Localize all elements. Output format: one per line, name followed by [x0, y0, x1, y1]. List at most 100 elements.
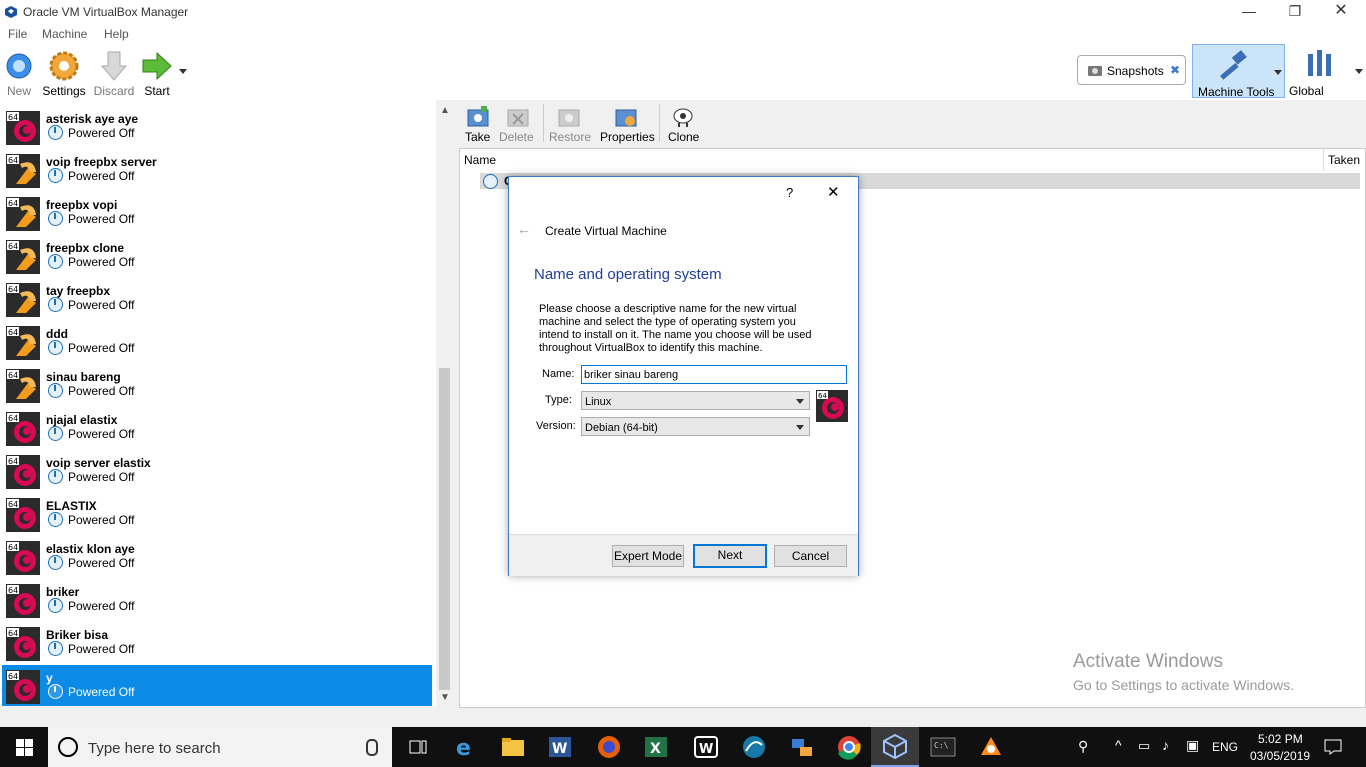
scroll-down-icon[interactable]: ▼ — [440, 692, 450, 703]
properties-button[interactable]: Properties — [598, 102, 655, 146]
hammer-icon — [1220, 50, 1247, 80]
notifications-icon[interactable] — [1324, 739, 1342, 755]
snapshots-close-icon[interactable]: ✖ — [1170, 63, 1180, 77]
scroll-up-icon[interactable]: ▲ — [440, 105, 450, 116]
virtualbox-taskbar-button[interactable] — [871, 727, 919, 767]
terminal-icon[interactable]: C:\ — [929, 733, 957, 761]
next-button[interactable]: Next — [693, 544, 767, 568]
network-icon[interactable]: ▣ — [1186, 737, 1199, 754]
word-icon[interactable]: W — [547, 733, 575, 761]
vm-list: 64 asterisk aye aye Powered Off 64 voip free… — [0, 100, 436, 706]
close-window-button[interactable]: ✕ — [1318, 0, 1364, 24]
power-off-icon — [48, 297, 63, 312]
chrome-icon[interactable] — [835, 733, 863, 761]
vm-list-item[interactable]: 64 y Powered Off — [2, 665, 432, 706]
vm-list-item[interactable]: 64 briker Powered Off — [2, 579, 432, 622]
minimize-button[interactable]: — — [1226, 0, 1272, 24]
vm-list-item[interactable]: 64 freepbx clone Powered Off — [2, 235, 432, 278]
vm-state: Powered Off — [48, 512, 134, 527]
machine-tools-dropdown-icon[interactable] — [1274, 70, 1282, 75]
menu-machine[interactable]: Machine — [42, 27, 87, 41]
snapshots-button[interactable]: Snapshots ✖ — [1077, 55, 1186, 85]
vm-state: Powered Off — [48, 684, 134, 699]
excel-icon[interactable]: X — [643, 733, 671, 761]
global-tools-dropdown-icon[interactable] — [1355, 69, 1363, 74]
task-view-icon[interactable] — [404, 733, 432, 761]
column-divider — [1323, 149, 1324, 171]
file-explorer-icon[interactable] — [499, 733, 527, 761]
winrar-icon[interactable]: W — [692, 733, 720, 761]
chevron-up-icon[interactable]: ^ — [1115, 737, 1122, 753]
svg-text:64: 64 — [8, 500, 18, 509]
expert-mode-button[interactable]: Expert Mode — [612, 545, 684, 567]
vm-state: Powered Off — [48, 297, 134, 312]
global-tools-button[interactable]: Global Tools — [1287, 44, 1351, 112]
debian-os-icon: 64 — [6, 670, 40, 704]
menu-help[interactable]: Help — [104, 27, 129, 41]
vm-list-item[interactable]: 64 voip server elastix Powered Off — [2, 450, 432, 493]
menu-file[interactable]: File — [8, 27, 27, 41]
microphone-icon[interactable] — [366, 739, 378, 756]
vm-list-scrollbar[interactable]: ▲ ▼ — [436, 100, 453, 706]
network-app-icon[interactable] — [788, 733, 816, 761]
vm-list-item[interactable]: 64 tay freepbx Powered Off — [2, 278, 432, 321]
taskbar-search-box[interactable]: Type here to search — [48, 727, 392, 767]
help-button[interactable]: ? — [786, 185, 793, 200]
column-header-taken[interactable]: Taken — [1328, 153, 1360, 167]
svg-text:64: 64 — [8, 285, 18, 294]
power-off-icon — [48, 598, 63, 613]
cancel-button[interactable]: Cancel — [774, 545, 847, 567]
clock-time[interactable]: 5:02 PM — [1258, 732, 1303, 746]
vm-state: Powered Off — [48, 598, 134, 613]
vm-state-label: Powered Off — [68, 642, 135, 656]
vm-list-item[interactable]: 64 ddd Powered Off — [2, 321, 432, 364]
vm-list-item[interactable]: 64 voip freepbx server Powered Off — [2, 149, 432, 192]
column-header-name[interactable]: Name — [464, 153, 496, 167]
restore-snapshot-button[interactable]: Restore — [547, 102, 591, 146]
power-off-icon — [48, 426, 63, 441]
vm-name: asterisk aye aye — [46, 112, 139, 126]
machine-tools-button[interactable]: Machine Tools — [1192, 44, 1285, 99]
edge-icon[interactable]: e — [452, 733, 480, 761]
start-button[interactable]: Start — [130, 46, 184, 98]
vm-list-item[interactable]: 64 njajal elastix Powered Off — [2, 407, 432, 450]
vm-list-item[interactable]: 64 sinau bareng Powered Off — [2, 364, 432, 407]
windows-start-icon[interactable] — [16, 739, 33, 756]
vm-list-item[interactable]: 64 Briker bisa Powered Off — [2, 622, 432, 665]
dialog-close-button[interactable]: ✕ — [827, 183, 840, 201]
svg-text:64: 64 — [8, 543, 18, 552]
wireshark-icon[interactable] — [740, 733, 768, 761]
search-placeholder: Type here to search — [88, 740, 221, 757]
scrollbar-thumb[interactable] — [439, 368, 450, 690]
properties-label: Properties — [600, 130, 655, 144]
delete-snapshot-button[interactable]: Delete — [499, 102, 539, 146]
type-label: Type: — [545, 394, 572, 406]
chevron-down-icon — [796, 399, 804, 404]
vm-list-item[interactable]: 64 ELASTIX Powered Off — [2, 493, 432, 536]
back-arrow-icon[interactable]: ← — [517, 221, 531, 237]
volume-icon[interactable]: ♪ — [1162, 737, 1169, 753]
vm-state-label: Powered Off — [68, 384, 135, 398]
vm-list-item[interactable]: 64 elastix klon aye Powered Off — [2, 536, 432, 579]
os-type-select[interactable]: Linux — [581, 391, 810, 410]
vm-name-input[interactable] — [581, 365, 847, 384]
battery-icon[interactable]: ▭ — [1138, 738, 1150, 754]
os-version-select[interactable]: Debian (64-bit) — [581, 417, 810, 436]
vm-name: sinau bareng — [46, 370, 121, 384]
language-indicator[interactable]: ENG — [1212, 740, 1238, 754]
restore-button[interactable]: ❐ — [1272, 0, 1318, 24]
people-icon[interactable]: ⚲ — [1078, 738, 1088, 755]
firefox-icon[interactable] — [595, 733, 623, 761]
app-launcher-icon[interactable] — [977, 733, 1005, 761]
settings-button[interactable]: Settings — [37, 46, 91, 98]
start-dropdown-icon[interactable] — [179, 69, 187, 74]
clock-date[interactable]: 03/05/2019 — [1250, 749, 1310, 763]
svg-text:X: X — [650, 741, 661, 757]
svg-text:64: 64 — [8, 156, 18, 165]
svg-text:64: 64 — [8, 199, 18, 208]
take-snapshot-button[interactable]: Take — [459, 102, 499, 146]
vm-list-item[interactable]: 64 freepbx vopi Powered Off — [2, 192, 432, 235]
vm-list-item[interactable]: 64 asterisk aye aye Powered Off — [2, 106, 432, 149]
vm-name: freepbx clone — [46, 241, 125, 255]
clone-button[interactable]: Clone — [664, 102, 700, 146]
